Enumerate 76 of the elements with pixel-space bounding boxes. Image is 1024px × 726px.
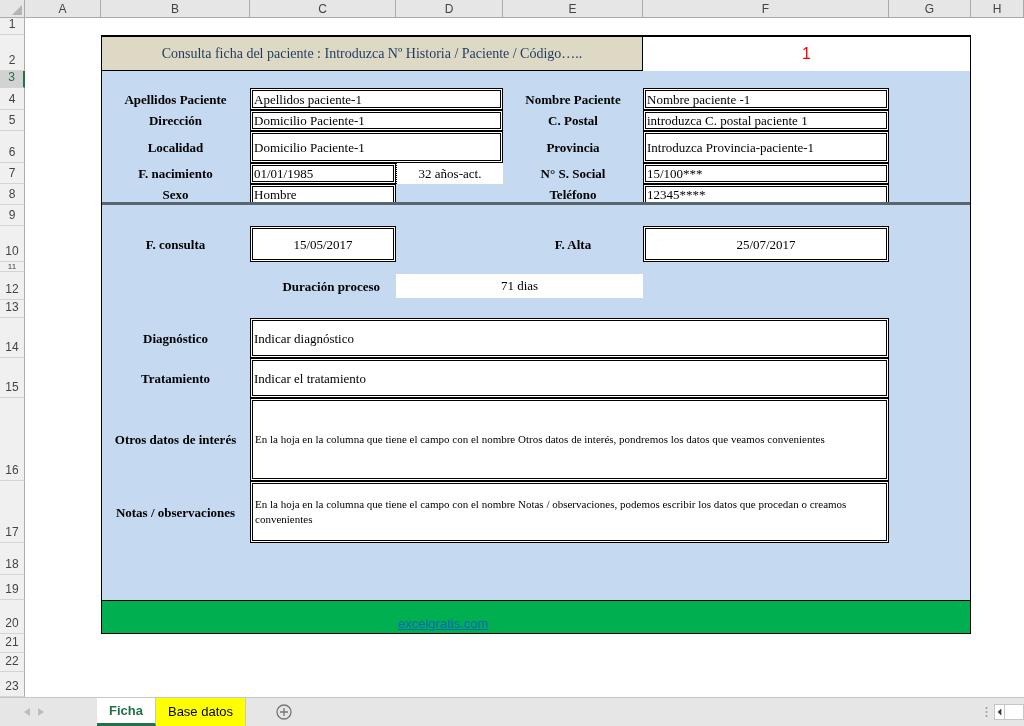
field-label: F. nacimiento	[137, 165, 214, 183]
field-value: En la hoja en la columna que tiene el campo con el nombre Notas / observaciones, podemos escribir los datos que procedan o creamos convenientes	[250, 481, 889, 543]
field-value: introduzca C. postal paciente 1	[643, 110, 889, 131]
column-header[interactable]: E	[503, 0, 643, 18]
column-header[interactable]: C	[250, 0, 396, 18]
field-label: Duración proceso	[281, 277, 381, 296]
row-header[interactable]: 21	[0, 634, 25, 653]
row-header[interactable]: 2	[0, 35, 25, 71]
row-header[interactable]: 10	[0, 226, 25, 262]
row-header[interactable]: 16	[0, 398, 25, 481]
field-value: 01/01/1985	[250, 163, 396, 184]
row-header[interactable]: 15	[0, 358, 25, 398]
row-header[interactable]: 3	[0, 71, 25, 88]
field-label: Otros datos de interés	[113, 431, 238, 449]
field-label: F. Alta	[553, 235, 593, 254]
row-header[interactable]: 18	[0, 543, 25, 575]
field-label: F. consulta	[144, 235, 207, 254]
previous-sheet-icon[interactable]	[24, 708, 30, 716]
select-all-corner[interactable]	[0, 0, 25, 18]
row-header[interactable]: 23	[0, 672, 25, 697]
column-header[interactable]: G	[889, 0, 971, 18]
column-header[interactable]: B	[101, 0, 250, 18]
date-value: 15/05/2017	[250, 226, 396, 262]
row-header[interactable]: 12	[0, 272, 25, 300]
field-label: Localidad	[146, 138, 205, 157]
row-header[interactable]: 7	[0, 163, 25, 184]
header-prompt: Consulta ficha del paciente : Introduzca Nº Historia / Paciente / Código…..	[101, 35, 643, 71]
column-header[interactable]: D	[396, 0, 503, 18]
field-value: Apellidos paciente-1	[250, 88, 503, 110]
row-header[interactable]: 17	[0, 481, 25, 543]
field-value: Domicilio Paciente-1	[250, 131, 503, 163]
field-label: Sexo	[161, 186, 190, 204]
field-label: Nombre Paciente	[524, 90, 622, 109]
sheet-tab[interactable]: Base datos	[155, 698, 246, 726]
field-label: Notas / observaciones	[114, 503, 237, 522]
row-header[interactable]: 9	[0, 205, 25, 226]
field-value: Domicilio Paciente-1	[250, 110, 503, 131]
column-header[interactable]: F	[643, 0, 889, 18]
column-header[interactable]: H	[971, 0, 1024, 18]
add-sheet-icon[interactable]	[276, 704, 292, 720]
field-value: Nombre paciente -1	[643, 88, 889, 110]
duration-value: 71 dias	[396, 274, 643, 298]
row-header[interactable]: 19	[0, 575, 25, 600]
field-label: N° S. Social	[539, 165, 607, 183]
field-label: Diagnóstico	[142, 329, 209, 348]
field-label: Dirección	[147, 112, 204, 130]
age-value: 32 años-act.	[396, 163, 503, 184]
date-value: 25/07/2017	[643, 226, 889, 262]
horizontal-scrollbar[interactable]	[994, 704, 1024, 720]
next-sheet-icon[interactable]	[38, 708, 44, 716]
sheet-tab[interactable]: Ficha	[97, 698, 156, 726]
row-header[interactable]: 4	[0, 88, 25, 110]
field-value: Introduzca Provincia-paciente-1	[643, 131, 889, 163]
field-label: Provincia	[545, 138, 601, 157]
row-header[interactable]: 20	[0, 600, 25, 634]
field-value: Indicar el tratamiento	[250, 358, 889, 398]
row-header[interactable]: 1	[0, 18, 25, 35]
row-header[interactable]: 22	[0, 653, 25, 672]
field-value: Indicar diagnóstico	[250, 318, 889, 358]
row-header[interactable]: 8	[0, 184, 25, 205]
field-value: 15/100***	[643, 163, 889, 184]
code-input[interactable]: 1	[643, 35, 971, 71]
column-header[interactable]: A	[25, 0, 101, 18]
field-label: Tratamiento	[139, 369, 212, 388]
field-label: Apellidos Paciente	[123, 90, 228, 109]
row-header[interactable]: 6	[0, 131, 25, 163]
row-header[interactable]: 13	[0, 300, 25, 318]
row-header[interactable]: 11	[0, 262, 25, 272]
corner-triangle-icon	[12, 5, 22, 15]
field-value: En la hoja en la columna que tiene el campo con el nombre Otros datos de interés, pondremos los datos que veamos convenientes	[250, 398, 889, 481]
field-label: Teléfono	[548, 186, 598, 204]
scroll-left-icon[interactable]	[995, 705, 1005, 719]
row-header[interactable]: 14	[0, 318, 25, 358]
splitter-icon[interactable]	[985, 706, 988, 718]
row-header[interactable]: 5	[0, 110, 25, 131]
field-label: C. Postal	[547, 112, 599, 130]
